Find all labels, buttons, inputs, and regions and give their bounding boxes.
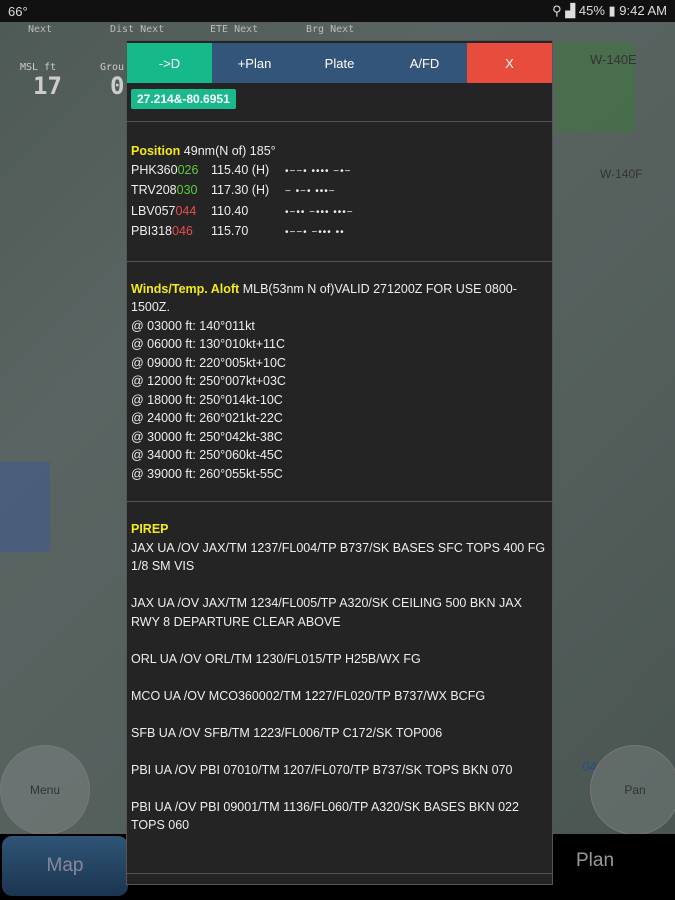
info-label: Next	[28, 24, 53, 35]
signal-icon: ▟	[565, 3, 576, 18]
menu-button[interactable]: Menu	[0, 745, 90, 835]
vor-frequency: 115.40 (H)	[211, 162, 270, 177]
battery-level: 45%	[578, 3, 605, 18]
vor-frequency: 117.30 (H)	[211, 183, 270, 197]
coordinates-badge: 27.214&-80.6951	[131, 89, 236, 109]
battery-icon: ▮	[608, 3, 616, 18]
winds-row: @ 06000 ft: 130°010kt+11C	[131, 337, 286, 351]
winds-row: @ 30000 ft: 250°042kt-38C	[131, 429, 283, 444]
position-title: Position	[131, 144, 181, 158]
vor-id: PBI318	[131, 224, 173, 238]
pirep-report: ORL UA /OV ORL/TM 1230/FL015/TP H25B/WX …	[131, 651, 421, 666]
plate-button[interactable]: Plate	[297, 43, 382, 83]
add-to-plan-button[interactable]: +Plan	[212, 43, 297, 83]
location-icon: ⚲	[552, 3, 562, 18]
pan-button[interactable]: Pan	[590, 745, 675, 835]
winds-row: @ 24000 ft: 260°021kt-22C	[131, 411, 283, 425]
status-left: 66°	[8, 3, 28, 19]
winds-section: Winds/Temp. Aloft MLB(53nm N of)VALID 27…	[127, 262, 552, 502]
weather-radar-overlay	[0, 462, 50, 552]
location-info-dialog: ->D +Plan Plate A/FD X 27.214&-80.6951 P…	[126, 40, 553, 885]
winds-row: @ 03000 ft: 140°011kt	[131, 318, 255, 333]
vor-frequency: 115.70	[211, 224, 249, 238]
tab-map[interactable]: Map	[2, 836, 128, 896]
status-bar: 66° ⚲ ▟ 45% ▮ 9:42 AM	[0, 0, 675, 22]
vor-distance: 044	[175, 203, 197, 218]
vor-morse: •−−• •••• −•−	[285, 165, 352, 177]
vor-id: LBV057	[131, 203, 176, 218]
divider	[127, 873, 552, 874]
airspace-label: W-140E	[590, 52, 637, 67]
airspace-label: W-140F	[600, 167, 643, 181]
vor-distance: 030	[176, 183, 198, 197]
afd-button[interactable]: A/FD	[382, 43, 467, 83]
winds-row: @ 12000 ft: 250°007kt+03C	[131, 374, 286, 388]
vor-row: PHK360026 115.40 (H) •−−• •••• −•−	[131, 161, 548, 182]
position-text: 49nm(N of) 185°	[183, 144, 276, 158]
vor-morse: •−−• −••• ••	[285, 227, 345, 238]
vor-distance: 046	[172, 224, 193, 238]
vor-row: LBV057044 110.40 •−•• −••• •••−	[131, 202, 548, 223]
winds-row: @ 39000 ft: 260°055kt-55C	[131, 466, 283, 481]
map-info-bar: Next Dist Next ETE Next Brg Next	[0, 22, 675, 38]
vor-morse: − •−• •••−	[285, 186, 336, 197]
vor-row: TRV208030 117.30 (H) − •−• •••−	[131, 181, 548, 202]
vor-distance: 026	[177, 162, 199, 177]
pirep-report: JAX UA /OV JAX/TM 1234/FL005/TP A320/SK …	[131, 596, 522, 629]
info-label: Dist Next	[110, 24, 165, 35]
winds-row: @ 18000 ft: 250°014kt-10C	[131, 392, 283, 407]
close-button[interactable]: X	[467, 43, 552, 83]
pirep-report: JAX UA /OV JAX/TM 1237/FL004/TP B737/SK …	[131, 540, 546, 574]
vor-id: TRV208	[131, 183, 177, 197]
winds-title: Winds/Temp. Aloft	[131, 281, 240, 296]
pirep-report: PBI UA /OV PBI 07010/TM 1207/FL070/TP B7…	[131, 762, 513, 777]
vor-row: PBI318046 115.70 •−−• −••• ••	[131, 222, 548, 243]
direct-to-button[interactable]: ->D	[127, 43, 212, 83]
action-button-row: ->D +Plan Plate A/FD X	[127, 43, 552, 83]
vor-frequency: 110.40	[211, 203, 249, 218]
clock: 9:42 AM	[619, 3, 667, 18]
winds-row: @ 09000 ft: 220°005kt+10C	[131, 355, 286, 370]
vor-id: PHK360	[131, 162, 178, 177]
ground-value: 0	[110, 72, 125, 100]
tab-plan[interactable]: Plan	[560, 850, 630, 872]
msl-value: 17	[33, 72, 62, 100]
winds-row: @ 34000 ft: 250°060kt-45C	[131, 448, 283, 462]
vor-morse: •−•• −••• •••−	[285, 206, 354, 218]
pirep-report: PBI UA /OV PBI 09001/TM 1136/FL060/TP A3…	[131, 799, 519, 833]
pirep-title: PIREP	[131, 522, 169, 536]
pirep-report: MCO UA /OV MCO360002/TM 1227/FL020/TP B7…	[131, 688, 486, 703]
info-label: Brg Next	[306, 24, 355, 35]
info-label: ETE Next	[210, 24, 259, 35]
pirep-report: SFB UA /OV SFB/TM 1223/FL006/TP C172/SK …	[131, 725, 443, 740]
position-section: Position 49nm(N of) 185° PHK360026 115.40…	[127, 122, 552, 261]
pirep-section: PIREP JAX UA /OV JAX/TM 1237/FL004/TP B7…	[127, 502, 552, 873]
